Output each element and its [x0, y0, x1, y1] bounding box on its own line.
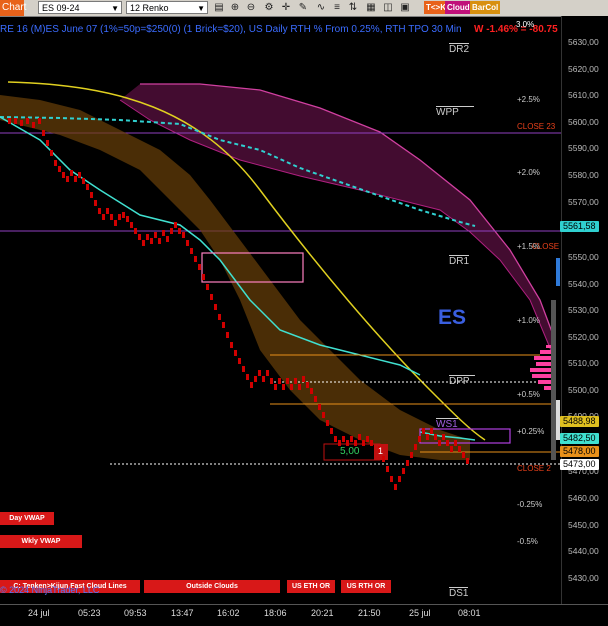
- price-tick: 5630,00: [568, 37, 599, 47]
- barcol-toggle[interactable]: BarCol: [470, 1, 501, 14]
- chart-tab[interactable]: Chart: [0, 0, 26, 16]
- level-dpp: DPP: [449, 375, 475, 387]
- price-tick: 5520,00: [568, 332, 599, 342]
- us-eth-or-button[interactable]: US ETH OR: [287, 580, 335, 593]
- cloud-toggle[interactable]: Cloud: [445, 1, 472, 14]
- range-value-label: 5,00: [340, 446, 360, 457]
- day-vwap-button[interactable]: Day VWAP: [0, 512, 54, 525]
- price-tick: 5620,00: [568, 64, 599, 74]
- price-tag-yellow: 5488,98: [560, 416, 599, 427]
- instrument-value: ES 09-24: [42, 3, 80, 13]
- price-tick: 5550,00: [568, 252, 599, 262]
- bar-chart-icon[interactable]: ▤: [212, 1, 226, 14]
- price-chart[interactable]: [0, 16, 561, 604]
- bar-type-value: 12 Renko: [130, 3, 169, 13]
- price-tick: 5500,00: [568, 385, 599, 395]
- pct-top-label: 3.0%: [516, 20, 535, 29]
- pct-m025: -0.25%: [517, 500, 543, 509]
- zoom-in-icon[interactable]: ⊕: [228, 1, 242, 14]
- zoom-out-icon[interactable]: ⊖: [244, 1, 258, 14]
- pct-m05: -0.5%: [517, 537, 538, 546]
- chart-title: RE 16 (M)ES June 07 (1%=50p=$250(0) (1 B…: [0, 24, 462, 35]
- price-tick: 5540,00: [568, 279, 599, 289]
- price-tag-last: 5473,00: [560, 459, 599, 470]
- drawing-tools-icon[interactable]: ✎: [296, 1, 310, 14]
- time-tick: 08:01: [458, 608, 481, 618]
- price-tick: 5600,00: [568, 117, 599, 127]
- chevron-down-icon: ▼: [111, 4, 119, 13]
- time-tick: 16:02: [217, 608, 240, 618]
- level-ws1: WS1: [436, 418, 458, 430]
- pct-p25: +2.5%: [517, 95, 540, 104]
- instrument-watermark: ES: [438, 306, 467, 329]
- price-tick: 5590,00: [568, 143, 599, 153]
- level-dr1: DR1: [449, 255, 470, 267]
- data-box-icon[interactable]: ◫: [381, 1, 395, 14]
- pct-p20: +2.0%: [517, 168, 540, 177]
- level-ds1: DS1: [449, 587, 469, 599]
- pct-p05: +0.5%: [517, 390, 540, 399]
- time-tick: 13:47: [171, 608, 194, 618]
- copyright-text: © 2024 NinjaTrader, LLC: [0, 585, 100, 595]
- us-rth-or-button[interactable]: US RTH OR: [341, 580, 391, 593]
- crosshair-icon[interactable]: ✛: [279, 1, 293, 14]
- indicators-icon[interactable]: ∿: [314, 1, 328, 14]
- close-label-1: CLOSE 23: [517, 122, 556, 131]
- strategies-icon[interactable]: ≡: [330, 1, 344, 14]
- instrument-selector[interactable]: ES 09-24 ▼: [38, 1, 122, 14]
- time-tick: 09:53: [124, 608, 147, 618]
- pct-p10: +1.0%: [517, 316, 540, 325]
- outside-clouds-button[interactable]: Outside Clouds: [144, 580, 280, 593]
- price-tick: 5460,00: [568, 493, 599, 503]
- marker-label: 1: [378, 446, 384, 456]
- price-tag-ema: 5561,58: [560, 221, 599, 232]
- price-tick: 5610,00: [568, 90, 599, 100]
- blue-bar-top: [556, 258, 560, 286]
- time-tick: 05:23: [78, 608, 101, 618]
- time-tick: 20:21: [311, 608, 334, 618]
- close-label-3: CLOSE 2: [517, 464, 551, 473]
- price-tick: 5440,00: [568, 546, 599, 556]
- time-tick: 24 jul: [28, 608, 50, 618]
- gray-bar: [551, 300, 556, 460]
- wkly-vwap-button[interactable]: Wkly VWAP: [0, 535, 82, 548]
- price-tick: 5530,00: [568, 305, 599, 315]
- price-tick: 5580,00: [568, 170, 599, 180]
- properties-icon[interactable]: ⚙: [262, 1, 276, 14]
- pct-p15: +1.5%: [517, 242, 540, 251]
- pct-p025: +0.25%: [517, 427, 545, 436]
- level-wpp: WPP: [436, 106, 474, 118]
- price-tick: 5430,00: [568, 573, 599, 583]
- chevron-down-icon: ▼: [197, 4, 205, 13]
- snapshot-icon[interactable]: ▣: [398, 1, 412, 14]
- level-dr2: DR2: [449, 43, 470, 55]
- toolbar: Chart ES 09-24 ▼ 12 Renko ▼ ▤ ⊕ ⊖ ⚙ ✛ ✎ ∿ …: [0, 0, 608, 17]
- price-tag-cyan: 5482,50: [560, 433, 599, 444]
- time-tick: 25 jul: [409, 608, 431, 618]
- chart-trader-icon[interactable]: ⇅: [346, 1, 360, 14]
- templates-icon[interactable]: ▦: [364, 1, 378, 14]
- price-tick: 5570,00: [568, 197, 599, 207]
- time-tick: 21:50: [358, 608, 381, 618]
- bar-type-selector[interactable]: 12 Renko ▼: [126, 1, 208, 14]
- time-tick: 18:06: [264, 608, 287, 618]
- price-tick: 5450,00: [568, 520, 599, 530]
- price-tag-orange: 5478,00: [560, 446, 599, 457]
- price-tick: 5510,00: [568, 358, 599, 368]
